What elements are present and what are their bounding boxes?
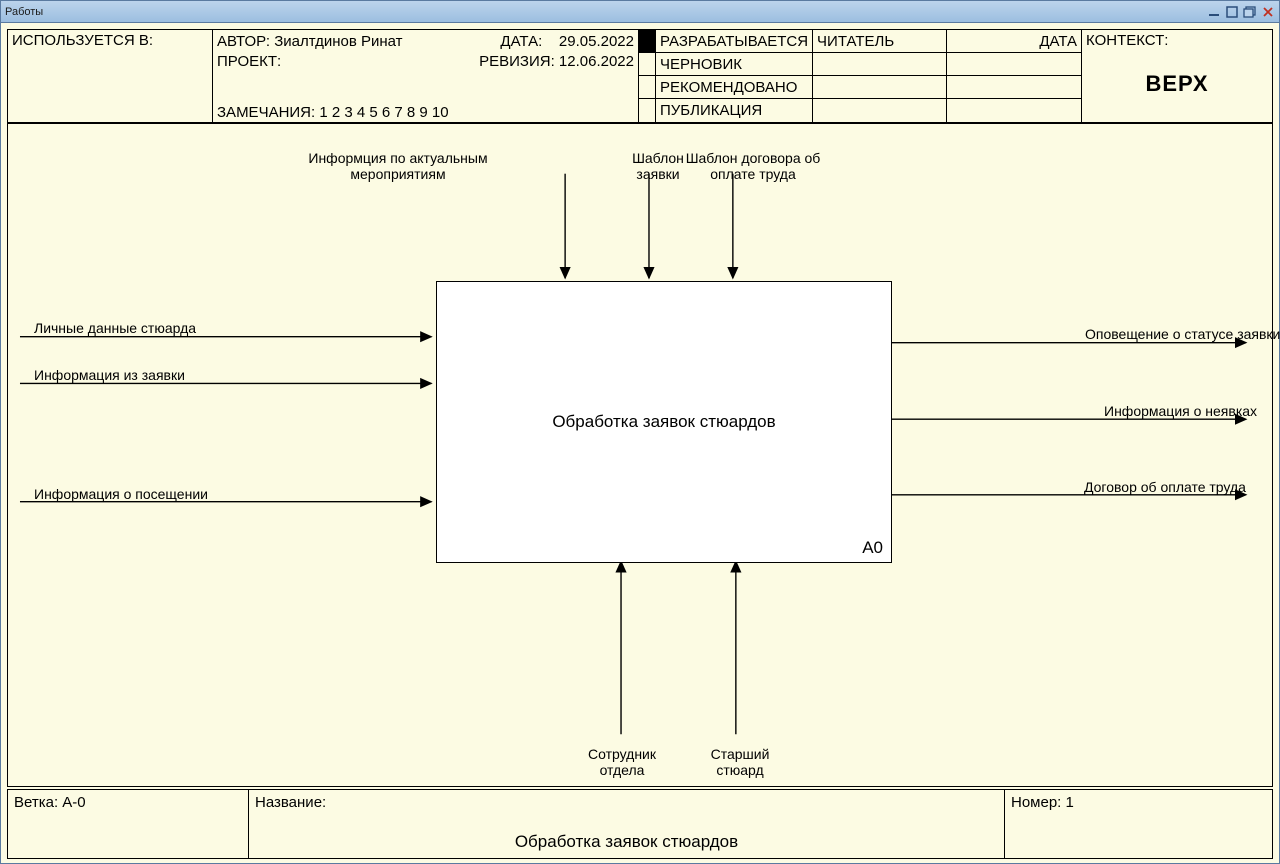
date-value: 29.05.2022 — [559, 33, 634, 50]
used-in-cell: ИСПОЛЬЗУЕТСЯ В: — [8, 30, 213, 122]
date-blank-2 — [947, 76, 1081, 99]
diagram-area: Обработка заявок стюардов А0 Информция п… — [7, 123, 1273, 787]
date-blank-1 — [947, 53, 1081, 76]
process-box: Обработка заявок стюардов А0 — [436, 281, 892, 563]
mechanism-employee: Сотрудникотдела — [582, 746, 662, 778]
output-pay-contract: Договор об оплате труда — [1084, 479, 1246, 495]
number-value: 1 — [1066, 794, 1074, 811]
status-recommended: РЕКОМЕНДОВАНО — [656, 76, 813, 99]
window-controls — [1207, 5, 1275, 19]
status-publication-mark — [639, 99, 656, 122]
branch-cell: Ветка: А-0 — [8, 790, 249, 858]
header-block: ИСПОЛЬЗУЕТСЯ В: АВТОР: Зиалтдинов Ринат … — [7, 29, 1273, 123]
input-attendance: Информация о посещении — [34, 486, 208, 502]
status-developing-mark — [639, 30, 656, 53]
author-col: АВТОР: Зиалтдинов Ринат ДАТА: 29.05.2022… — [213, 30, 639, 122]
canvas: ИСПОЛЬЗУЕТСЯ В: АВТОР: Зиалтдинов Ринат … — [1, 23, 1279, 863]
context-col: КОНТЕКСТ: ВЕРХ — [1082, 30, 1272, 122]
name-value: Обработка заявок стюардов — [249, 832, 1004, 852]
app-window: Работы ИСПОЛЬЗУЕТСЯ В: АВТОР: Зи — [0, 0, 1280, 864]
close-icon[interactable] — [1261, 5, 1275, 19]
status-recommended-mark — [639, 76, 656, 99]
name-cell: Название: Обработка заявок стюардов — [249, 790, 1005, 858]
output-status-notify: Оповещение о статусе заявки — [1085, 326, 1280, 342]
reader-cell: ЧИТАТЕЛЬ — [813, 30, 947, 53]
control-template-pay: Шаблон договора обоплате труда — [683, 150, 823, 182]
revision-value: 12.06.2022 — [559, 53, 634, 70]
reader-label: ЧИТАТЕЛЬ — [817, 33, 894, 50]
input-personal: Личные данные стюарда — [34, 320, 196, 336]
window-title: Работы — [5, 6, 43, 18]
status-col: РАЗРАБАТЫВАЕТСЯ ЧИТАТЕЛЬ ДАТА ЧЕРНОВИК Р… — [639, 30, 1082, 122]
reader-blank-2 — [813, 76, 947, 99]
context-label: КОНТЕКСТ: — [1086, 32, 1268, 49]
author-value: Зиалтдинов Ринат — [274, 33, 402, 50]
footer-block: Ветка: А-0 Название: Обработка заявок ст… — [7, 789, 1273, 859]
restore-icon[interactable] — [1243, 5, 1257, 19]
date2-cell: ДАТА — [947, 30, 1081, 53]
date-label: ДАТА: — [500, 33, 542, 50]
status-publication: ПУБЛИКАЦИЯ — [656, 99, 813, 122]
notes-label: ЗАМЕЧАНИЯ: 1 2 3 4 5 6 7 8 9 10 — [217, 104, 449, 121]
status-developing: РАЗРАБАТЫВАЕТСЯ — [656, 30, 813, 53]
mechanism-senior: Старшийстюард — [705, 746, 775, 778]
process-title: Обработка заявок стюардов — [437, 412, 891, 432]
control-info-events: Информция по актуальныммероприятиям — [308, 150, 488, 182]
minimize-icon[interactable] — [1207, 5, 1221, 19]
control-template-req: Шаблонзаявки — [628, 150, 688, 182]
input-req-info: Информация из заявки — [34, 367, 185, 383]
context-top: ВЕРХ — [1086, 71, 1268, 97]
author-label: АВТОР: — [217, 33, 270, 50]
branch-value: А-0 — [62, 794, 85, 811]
status-draft-mark — [639, 53, 656, 76]
revision-label: РЕВИЗИЯ: — [479, 53, 555, 70]
name-label: Название: — [255, 794, 998, 811]
titlebar[interactable]: Работы — [1, 1, 1279, 23]
status-draft: ЧЕРНОВИК — [656, 53, 813, 76]
branch-label: Ветка: — [14, 794, 58, 811]
process-id: А0 — [862, 538, 883, 558]
maximize-icon[interactable] — [1225, 5, 1239, 19]
used-in-label: ИСПОЛЬЗУЕТСЯ В: — [12, 32, 153, 49]
number-cell: Номер: 1 — [1005, 790, 1272, 858]
date-blank-3 — [947, 99, 1081, 122]
reader-blank-3 — [813, 99, 947, 122]
reader-blank-1 — [813, 53, 947, 76]
project-label: ПРОЕКТ: — [217, 52, 281, 72]
date2-label: ДАТА — [1039, 33, 1077, 50]
output-absence: Информация о неявках — [1104, 403, 1257, 419]
number-label: Номер: — [1011, 794, 1061, 811]
